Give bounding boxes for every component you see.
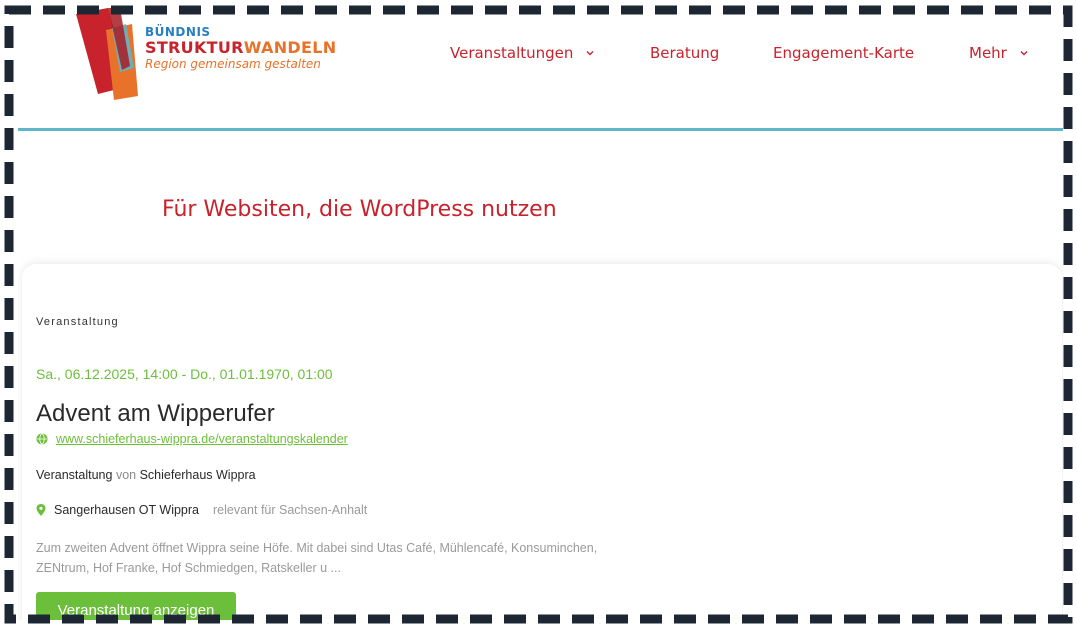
- organizer-name: Schieferhaus Wippra: [139, 468, 256, 482]
- map-pin-icon: [36, 504, 46, 516]
- chevron-down-icon: [1020, 51, 1028, 56]
- event-title: Advent am Wipperufer: [36, 400, 275, 427]
- organizer-by: von: [115, 468, 137, 482]
- event-link[interactable]: www.schieferhaus-wippra.de/veranstaltung…: [36, 432, 348, 446]
- header-divider: [18, 128, 1063, 131]
- event-type: Veranstaltung: [36, 316, 119, 328]
- event-link-url[interactable]: www.schieferhaus-wippra.de/veranstaltung…: [56, 432, 348, 446]
- logo-mark-icon: [76, 8, 138, 100]
- location-relevance: relevant für Sachsen-Anhalt: [213, 503, 368, 517]
- nav-item-beratung[interactable]: Beratung: [650, 42, 719, 64]
- nav-label: Engagement-Karte: [773, 44, 915, 62]
- description-line: Zum zweiten Advent öffnet Wippra seine H…: [36, 541, 598, 555]
- event-description: Zum zweiten Advent öffnet Wippra seine H…: [36, 538, 716, 578]
- description-line: ZENtrum, Hof Franke, Hof Schmiedgen, Rat…: [36, 561, 341, 575]
- chevron-down-icon: [586, 51, 594, 56]
- page: BÜNDNIS STRUKTURWANDELN Region gemeinsam…: [18, 8, 1063, 620]
- logo-line-2a: STRUKTUR: [145, 38, 244, 57]
- globe-icon: [36, 433, 48, 445]
- event-organizer: Veranstaltung von Schieferhaus Wippra: [36, 468, 256, 482]
- logo-text: BÜNDNIS STRUKTURWANDELN Region gemeinsam…: [145, 26, 336, 72]
- nav-item-veranstaltungen[interactable]: Veranstaltungen: [450, 42, 595, 64]
- section-heading: Für Websiten, die WordPress nutzen: [162, 197, 557, 222]
- event-card: Veranstaltung Sa., 06.12.2025, 14:00 - D…: [22, 264, 1062, 620]
- organizer-prefix: Veranstaltung: [36, 468, 113, 482]
- logo-line-2: STRUKTURWANDELN: [145, 39, 336, 57]
- logo-tagline: Region gemeinsam gestalten: [145, 57, 321, 71]
- nav-item-mehr[interactable]: Mehr: [969, 42, 1029, 64]
- logo-line-2b: WANDELN: [243, 38, 337, 57]
- nav-label: Veranstaltungen: [450, 44, 574, 62]
- event-date: Sa., 06.12.2025, 14:00 - Do., 01.01.1970…: [36, 366, 333, 382]
- nav-item-engagement-karte[interactable]: Engagement-Karte: [773, 42, 914, 64]
- event-location: Sangerhausen OT Wippra relevant für Sach…: [36, 503, 367, 517]
- location-name: Sangerhausen OT Wippra: [54, 503, 199, 517]
- nav-label: Beratung: [650, 44, 720, 62]
- site-logo[interactable]: BÜNDNIS STRUKTURWANDELN Region gemeinsam…: [68, 8, 348, 103]
- site-header: BÜNDNIS STRUKTURWANDELN Region gemeinsam…: [18, 8, 1063, 128]
- nav-label: Mehr: [969, 44, 1007, 62]
- show-event-button[interactable]: Veranstaltung anzeigen: [36, 592, 236, 620]
